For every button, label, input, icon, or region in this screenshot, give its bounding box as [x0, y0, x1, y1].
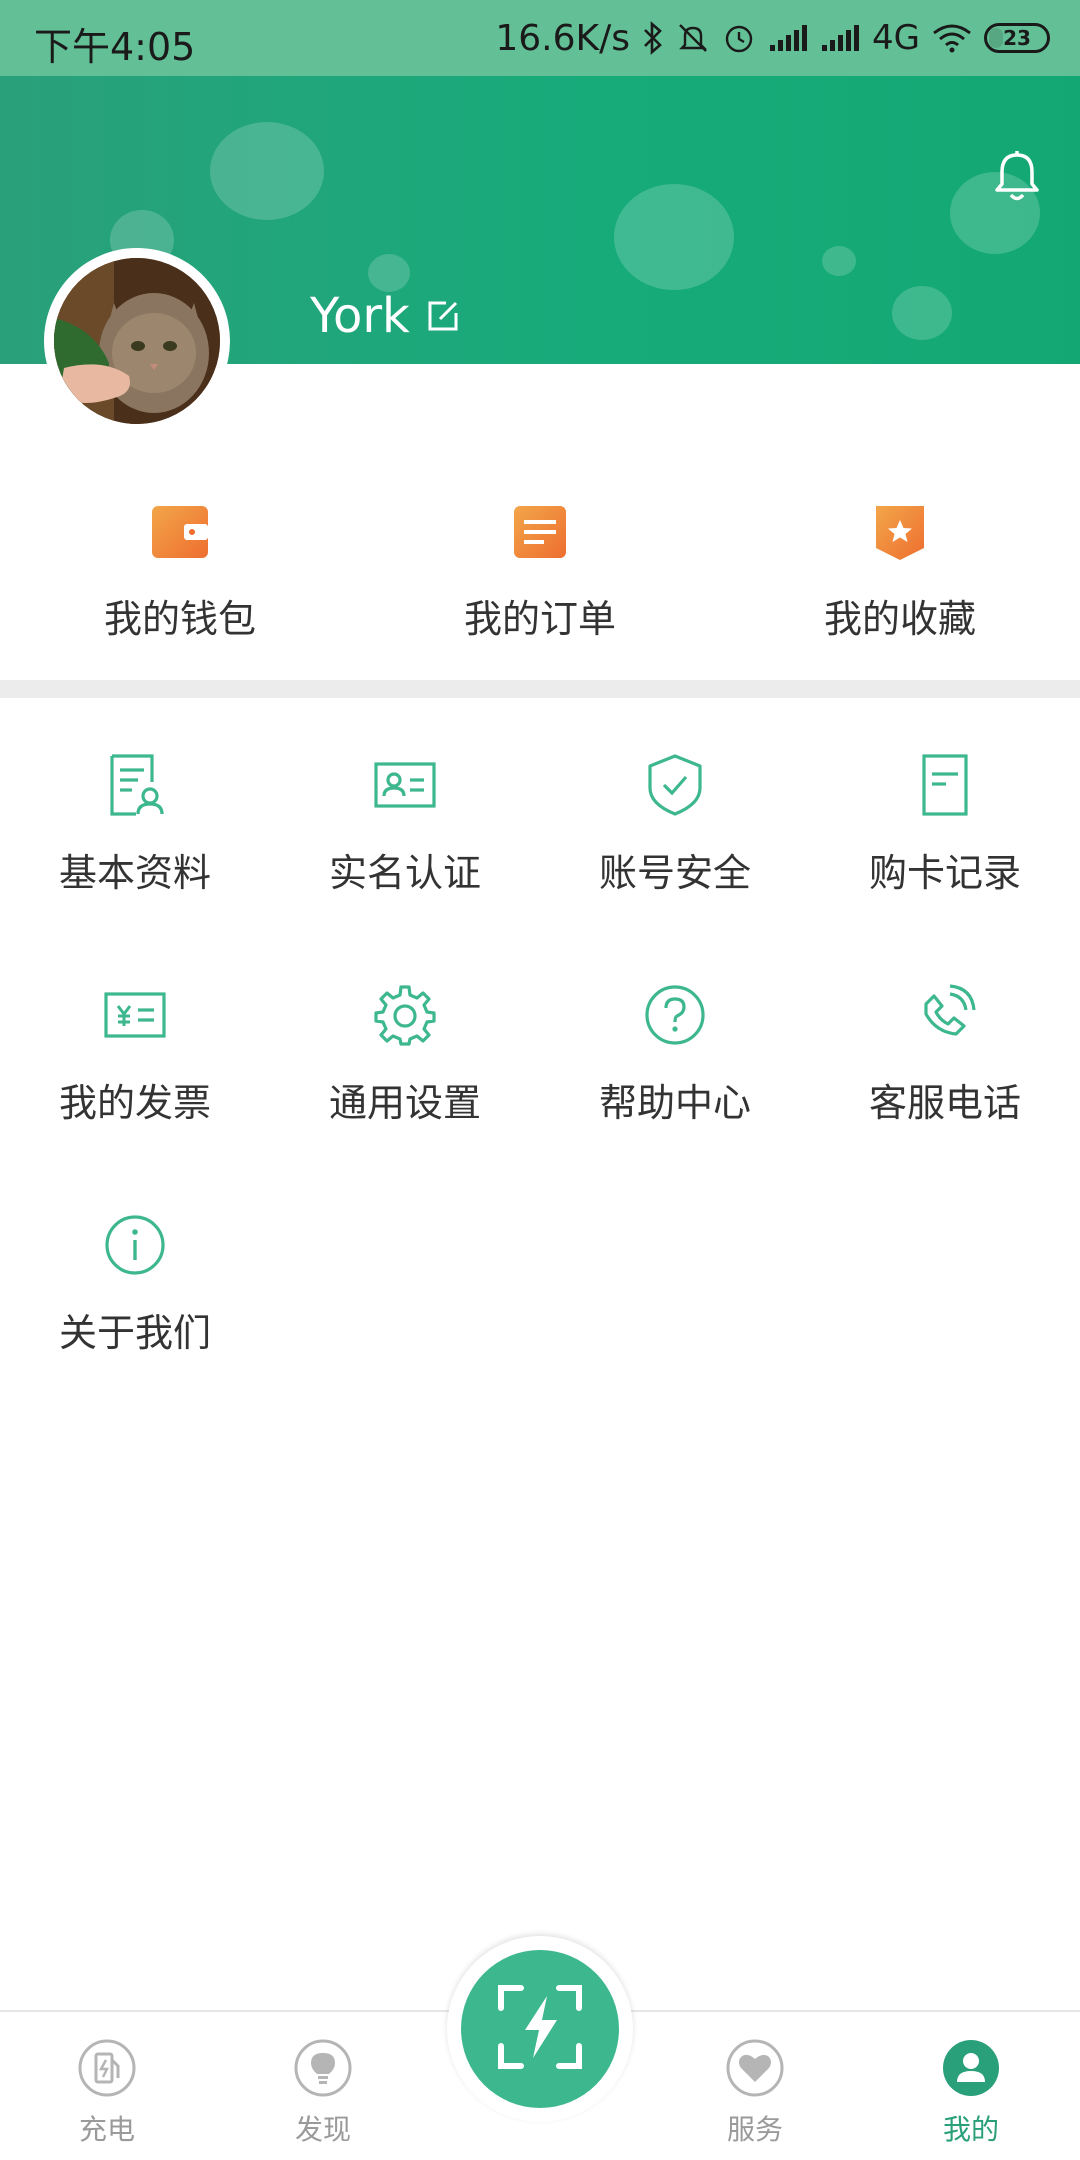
menu-item-label: 客服电话 — [868, 1081, 1021, 1125]
alarm-icon — [722, 21, 756, 55]
nav-tab-label: 充电 — [78, 2113, 135, 2146]
menu-item-label: 账号安全 — [598, 851, 751, 895]
menu-item-general-settings[interactable]: 通用设置 — [270, 982, 540, 1212]
username-row[interactable]: York — [310, 288, 460, 344]
menu-item-customer-service[interactable]: 客服电话 — [810, 982, 1080, 1212]
wallet-button[interactable]: 我的钱包 — [0, 500, 360, 680]
scan-charge-button[interactable] — [461, 1950, 619, 2108]
help-icon — [642, 982, 708, 1048]
battery-level: 23 — [1003, 26, 1031, 50]
card-record-icon — [912, 752, 978, 818]
net-speed: 16.6K/s — [495, 17, 631, 59]
user-icon — [941, 2038, 1001, 2098]
scan-charge-icon — [495, 1982, 585, 2076]
menu-item-real-name[interactable]: 实名认证 — [270, 752, 540, 982]
status-bar: 下午4:05 16.6K/s 4G 23 — [0, 0, 1080, 76]
mute-icon — [676, 21, 710, 55]
nav-tab-label: 我的 — [942, 2113, 999, 2146]
avatar[interactable] — [54, 258, 220, 424]
menu-item-invoice[interactable]: 我的发票 — [0, 982, 270, 1212]
favorite-icon — [868, 500, 932, 564]
heart-icon — [725, 2038, 785, 2098]
menu-item-label: 实名认证 — [328, 851, 481, 895]
info-icon — [102, 1212, 168, 1278]
id-card-icon — [372, 752, 438, 818]
signal-icon — [768, 23, 808, 53]
shield-check-icon — [642, 752, 708, 818]
username: York — [310, 288, 410, 344]
nav-tab-mine[interactable]: 我的 — [896, 2038, 1046, 2148]
edit-icon[interactable] — [426, 299, 460, 333]
nav-tab-label: 发现 — [294, 2113, 351, 2146]
order-icon — [508, 500, 572, 564]
wallet-icon — [148, 500, 212, 564]
bluetooth-icon — [642, 21, 664, 55]
wallet-label: 我的钱包 — [103, 597, 256, 641]
menu-item-help-center[interactable]: 帮助中心 — [540, 982, 810, 1212]
nav-tab-charging[interactable]: 充电 — [32, 2038, 182, 2148]
battery-icon: 23 — [984, 23, 1050, 53]
menu-grid: 基本资料 实名认证 账号安全 购卡记录 我的发票 通用设置 帮助中心 客服电话 … — [0, 752, 1080, 1442]
menu-item-label: 通用设置 — [328, 1081, 481, 1125]
status-icons: 16.6K/s 4G 23 — [495, 14, 1050, 62]
menu-item-label: 帮助中心 — [598, 1081, 751, 1125]
menu-item-basic-info[interactable]: 基本资料 — [0, 752, 270, 982]
orders-label: 我的订单 — [463, 597, 616, 641]
menu-item-label: 购卡记录 — [868, 851, 1021, 895]
bell-icon[interactable] — [992, 150, 1042, 204]
nav-tab-discover[interactable]: 发现 — [248, 2038, 398, 2148]
menu-item-label: 关于我们 — [58, 1311, 211, 1355]
favorites-label: 我的收藏 — [823, 597, 976, 641]
profile-document-icon — [102, 752, 168, 818]
menu-item-about-us[interactable]: 关于我们 — [0, 1212, 270, 1442]
favorites-button[interactable]: 我的收藏 — [720, 500, 1080, 680]
gear-icon — [372, 982, 438, 1048]
invoice-icon — [102, 982, 168, 1048]
status-time: 下午4:05 — [34, 25, 196, 69]
nav-tab-service[interactable]: 服务 — [680, 2038, 830, 2148]
quick-actions: 我的钱包 我的订单 我的收藏 — [0, 500, 1080, 680]
menu-item-card-records[interactable]: 购卡记录 — [810, 752, 1080, 982]
wifi-icon — [932, 23, 972, 53]
menu-item-account-security[interactable]: 账号安全 — [540, 752, 810, 982]
lightbulb-icon — [293, 2038, 353, 2098]
network-type: 4G — [872, 18, 920, 58]
orders-button[interactable]: 我的订单 — [360, 500, 720, 680]
nav-tab-label: 服务 — [726, 2113, 783, 2146]
phone-icon — [912, 982, 978, 1048]
section-divider — [0, 680, 1080, 698]
menu-item-label: 我的发票 — [58, 1081, 211, 1125]
signal-icon — [820, 23, 860, 53]
charging-station-icon — [77, 2038, 137, 2098]
menu-item-label: 基本资料 — [58, 851, 211, 895]
